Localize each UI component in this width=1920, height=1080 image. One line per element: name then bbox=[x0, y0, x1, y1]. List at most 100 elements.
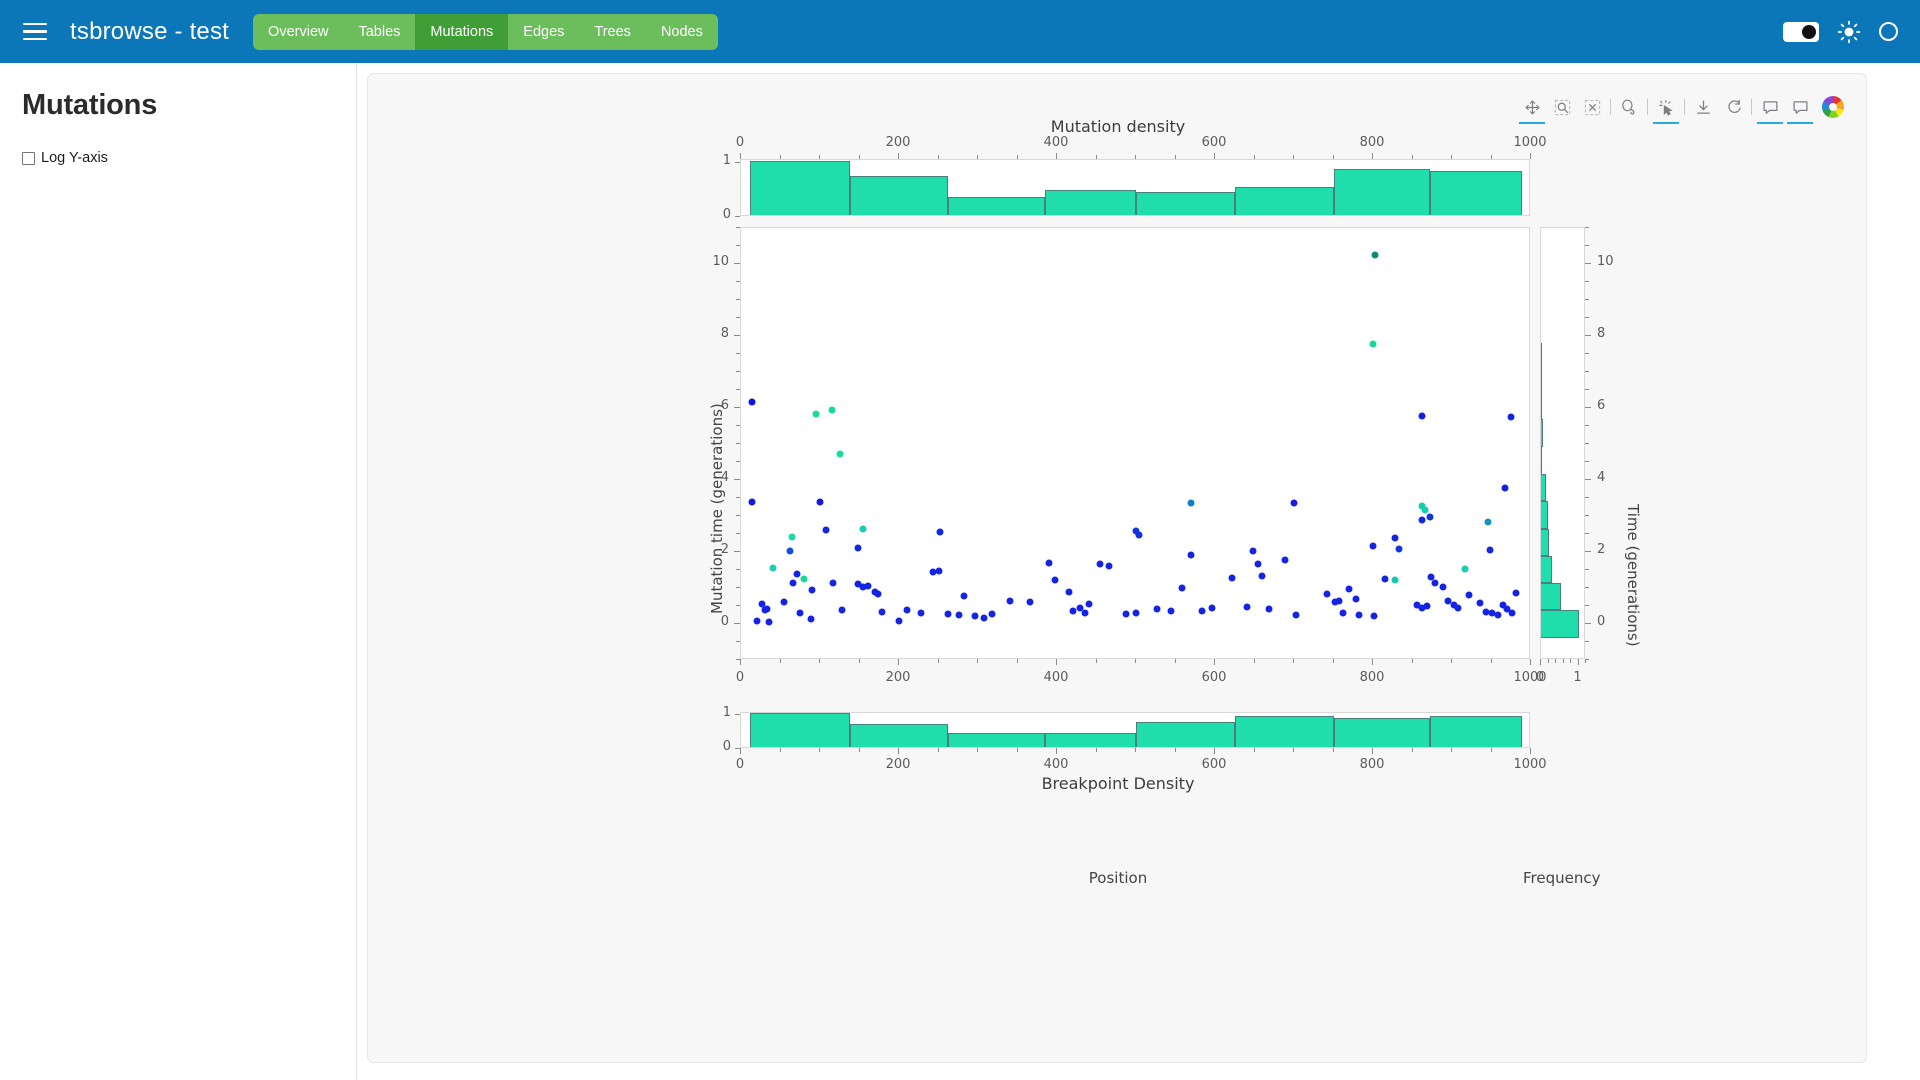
scatter-point[interactable] bbox=[854, 545, 861, 552]
scatter-point[interactable] bbox=[1418, 412, 1425, 419]
scatter-point[interactable] bbox=[1439, 584, 1446, 591]
scatter-point[interactable] bbox=[1293, 612, 1300, 619]
scatter-point[interactable] bbox=[1324, 591, 1331, 598]
sun-icon[interactable] bbox=[1837, 20, 1861, 44]
scatter-point[interactable] bbox=[937, 528, 944, 535]
nav-item-tables[interactable]: Tables bbox=[343, 14, 415, 50]
scatter-point[interactable] bbox=[918, 610, 925, 617]
scatter-point[interactable] bbox=[809, 586, 816, 593]
scatter-point[interactable] bbox=[828, 406, 835, 413]
scatter-point[interactable] bbox=[903, 606, 910, 613]
scatter-point[interactable] bbox=[1466, 592, 1473, 599]
scatter-point[interactable] bbox=[830, 579, 837, 586]
nav-item-mutations[interactable]: Mutations bbox=[415, 14, 508, 50]
scatter-point[interactable] bbox=[1494, 612, 1501, 619]
scatter-point[interactable] bbox=[1508, 414, 1515, 421]
scatter-point[interactable] bbox=[1381, 576, 1388, 583]
scatter-point[interactable] bbox=[749, 398, 756, 405]
scatter-point[interactable] bbox=[801, 575, 808, 582]
scatter-point[interactable] bbox=[989, 611, 996, 618]
scatter-point[interactable] bbox=[1509, 610, 1516, 617]
scatter-point[interactable] bbox=[1007, 598, 1014, 605]
scatter-point[interactable] bbox=[1455, 605, 1462, 612]
frequency-histogram-plot[interactable] bbox=[1540, 227, 1585, 659]
scatter-point[interactable] bbox=[753, 618, 760, 625]
scatter-point[interactable] bbox=[1208, 605, 1215, 612]
scatter-point[interactable] bbox=[1477, 600, 1484, 607]
scatter-point[interactable] bbox=[836, 451, 843, 458]
scatter-point[interactable] bbox=[1136, 532, 1143, 539]
nav-item-edges[interactable]: Edges bbox=[508, 14, 579, 50]
log-y-axis-control[interactable]: Log Y-axis bbox=[22, 150, 356, 166]
scatter-point[interactable] bbox=[1097, 561, 1104, 568]
scatter-point[interactable] bbox=[875, 591, 882, 598]
scatter-point[interactable] bbox=[1501, 484, 1508, 491]
scatter-point[interactable] bbox=[769, 565, 776, 572]
scatter-point[interactable] bbox=[981, 615, 988, 622]
scatter-point[interactable] bbox=[1372, 252, 1379, 259]
breakpoint-density-plot[interactable] bbox=[740, 712, 1530, 748]
scatter-point[interactable] bbox=[813, 411, 820, 418]
scatter-point[interactable] bbox=[817, 498, 824, 505]
scatter-point[interactable] bbox=[1198, 608, 1205, 615]
scatter-point[interactable] bbox=[823, 526, 830, 533]
scatter-point[interactable] bbox=[786, 548, 793, 555]
scatter-point[interactable] bbox=[878, 609, 885, 616]
scatter-point[interactable] bbox=[956, 612, 963, 619]
scatter-point[interactable] bbox=[1486, 546, 1493, 553]
scatter-point[interactable] bbox=[1188, 500, 1195, 507]
scatter-point[interactable] bbox=[1069, 608, 1076, 615]
scatter-point[interactable] bbox=[1370, 543, 1377, 550]
scatter-point[interactable] bbox=[790, 580, 797, 587]
scatter-point[interactable] bbox=[1396, 545, 1403, 552]
scatter-point[interactable] bbox=[789, 533, 796, 540]
scatter-point[interactable] bbox=[1188, 551, 1195, 558]
scatter-point[interactable] bbox=[1485, 519, 1492, 526]
scatter-point[interactable] bbox=[794, 570, 801, 577]
scatter-point[interactable] bbox=[1418, 517, 1425, 524]
mutation-density-plot[interactable] bbox=[740, 159, 1530, 216]
scatter-point[interactable] bbox=[896, 618, 903, 625]
log-y-axis-checkbox[interactable] bbox=[22, 152, 35, 165]
scatter-point[interactable] bbox=[1281, 556, 1288, 563]
nav-item-nodes[interactable]: Nodes bbox=[646, 14, 718, 50]
scatter-point[interactable] bbox=[1426, 514, 1433, 521]
nav-item-trees[interactable]: Trees bbox=[579, 14, 646, 50]
scatter-point[interactable] bbox=[1355, 612, 1362, 619]
scatter-point[interactable] bbox=[1423, 603, 1430, 610]
scatter-point[interactable] bbox=[1339, 610, 1346, 617]
scatter-point[interactable] bbox=[764, 605, 771, 612]
scatter-point[interactable] bbox=[865, 583, 872, 590]
scatter-point[interactable] bbox=[1249, 547, 1256, 554]
scatter-point[interactable] bbox=[1392, 534, 1399, 541]
scatter-point[interactable] bbox=[1370, 613, 1377, 620]
scatter-point[interactable] bbox=[1133, 609, 1140, 616]
scatter-point[interactable] bbox=[1512, 590, 1519, 597]
scatter-point[interactable] bbox=[781, 598, 788, 605]
hamburger-icon[interactable] bbox=[14, 11, 56, 53]
scatter-point[interactable] bbox=[1353, 595, 1360, 602]
scatter-point[interactable] bbox=[1027, 598, 1034, 605]
scatter-point[interactable] bbox=[944, 610, 951, 617]
scatter-point[interactable] bbox=[1255, 560, 1262, 567]
scatter-point[interactable] bbox=[1106, 563, 1113, 570]
mutation-scatter-plot[interactable] bbox=[740, 227, 1530, 659]
scatter-point[interactable] bbox=[960, 593, 967, 600]
scatter-point[interactable] bbox=[1229, 574, 1236, 581]
scatter-point[interactable] bbox=[1392, 577, 1399, 584]
scatter-point[interactable] bbox=[1461, 566, 1468, 573]
scatter-point[interactable] bbox=[1065, 589, 1072, 596]
scatter-point[interactable] bbox=[1046, 559, 1053, 566]
scatter-point[interactable] bbox=[1370, 340, 1377, 347]
scatter-point[interactable] bbox=[807, 616, 814, 623]
scatter-point[interactable] bbox=[1346, 586, 1353, 593]
scatter-point[interactable] bbox=[1259, 573, 1266, 580]
scatter-point[interactable] bbox=[1243, 603, 1250, 610]
scatter-point[interactable] bbox=[935, 568, 942, 575]
scatter-point[interactable] bbox=[971, 613, 978, 620]
scatter-point[interactable] bbox=[1265, 606, 1272, 613]
scatter-point[interactable] bbox=[1153, 606, 1160, 613]
scatter-point[interactable] bbox=[860, 526, 867, 533]
scatter-point[interactable] bbox=[1422, 506, 1429, 513]
scatter-point[interactable] bbox=[1167, 607, 1174, 614]
